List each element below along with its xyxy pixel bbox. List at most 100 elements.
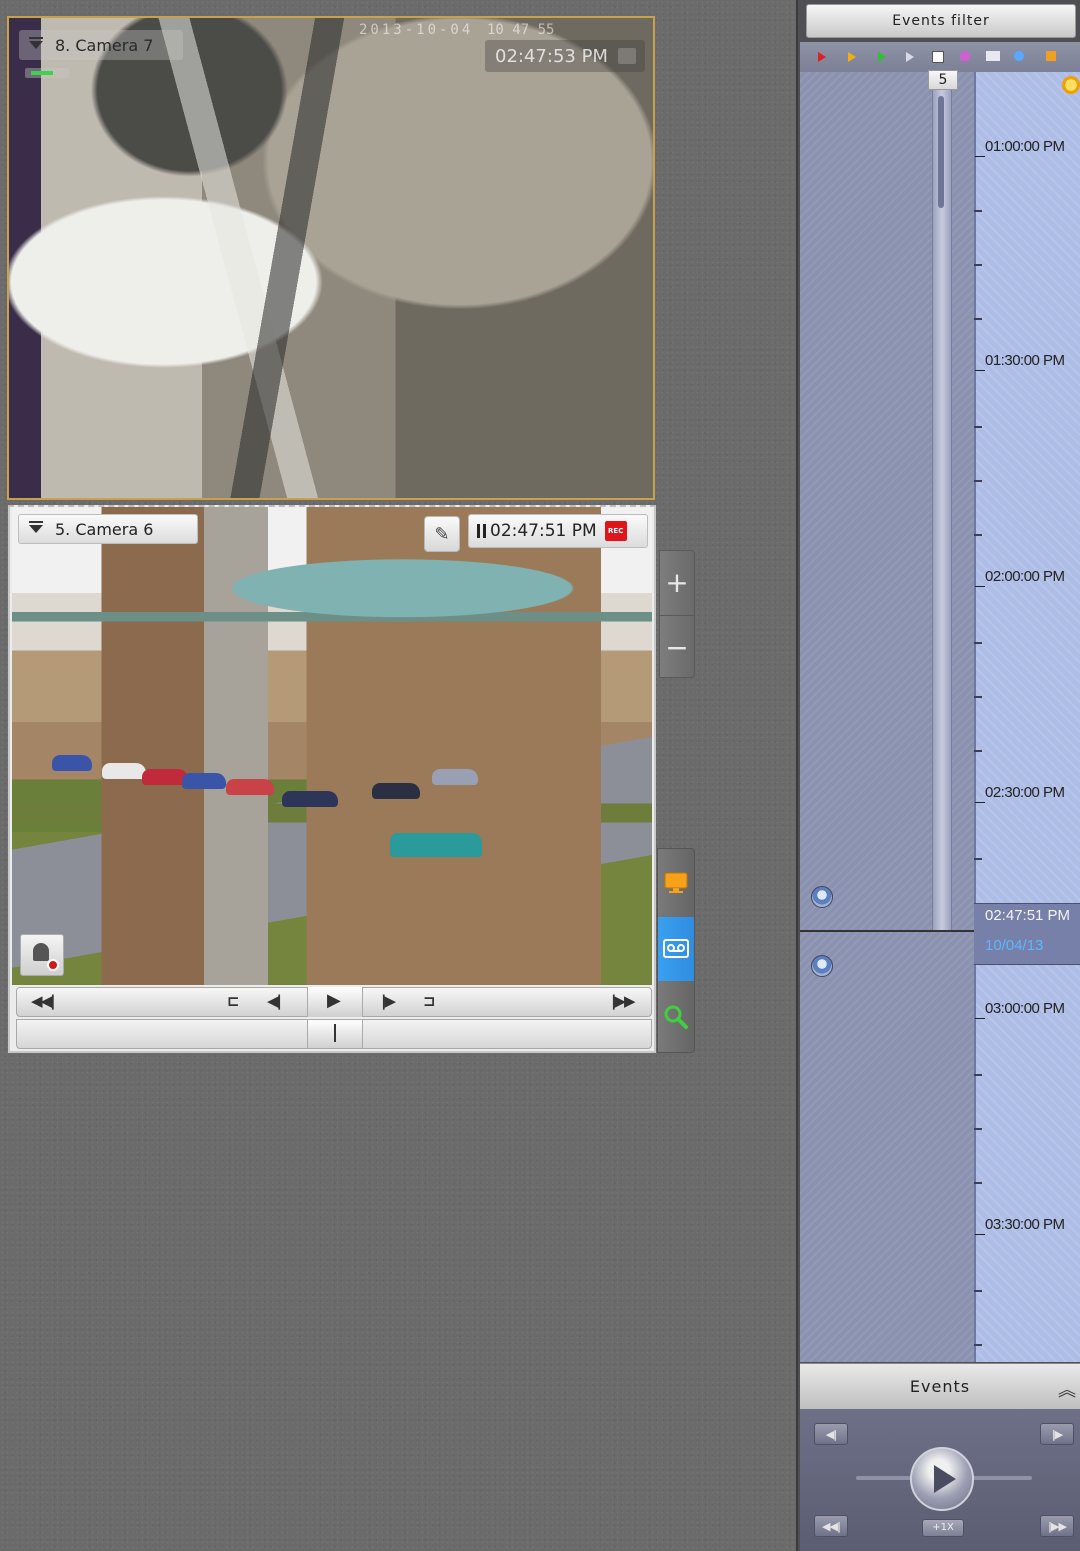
tape-icon (663, 939, 689, 958)
filter-play-icon[interactable] (906, 52, 914, 62)
minor-tick (974, 1344, 982, 1346)
camera-6-title: 5. Camera 6 (55, 519, 154, 539)
car (390, 833, 482, 857)
event-filter-toolbar (800, 42, 1080, 72)
time-label: 03:30:00 PM (975, 1216, 1065, 1235)
rewind-to-start-icon[interactable]: ◀◀| (31, 992, 56, 1010)
edit-button[interactable]: ✎ (424, 516, 460, 552)
time-label: 03:00:00 PM (975, 1000, 1065, 1019)
filter-grid-icon[interactable] (1046, 51, 1056, 61)
pen-icon: ✎ (434, 523, 450, 545)
rec-icon (617, 48, 636, 64)
fast-forward-to-end-icon[interactable]: |▶▶ (611, 992, 636, 1010)
minor-tick (974, 264, 982, 266)
car (226, 779, 274, 795)
camera-7-time-text: 02:47:53 PM (495, 45, 608, 67)
minor-tick (974, 858, 982, 860)
collapse-up-icon[interactable]: ︽ (1058, 1376, 1076, 1402)
seek-bar[interactable] (16, 1019, 652, 1049)
events-scroll-thumb[interactable] (938, 96, 944, 208)
car (432, 769, 478, 785)
monitor-icon (664, 872, 688, 893)
filter-warning-icon[interactable] (848, 52, 856, 62)
speed-indicator: +1X (922, 1519, 964, 1537)
camera-7-osd-date: 2013-10-04 (359, 22, 474, 38)
minor-tick (974, 318, 982, 320)
car (102, 763, 146, 779)
current-time-label: 02:47:51 PM (985, 907, 1071, 924)
minor-tick (974, 210, 982, 212)
car (282, 791, 338, 807)
filter-normal-icon[interactable] (878, 52, 886, 62)
camera-7-timestamp: 02:47:53 PM (485, 40, 645, 72)
seek-handle[interactable] (307, 1020, 363, 1048)
next-event-button[interactable]: |▶ (1040, 1423, 1074, 1445)
minor-tick (974, 642, 982, 644)
minor-tick (974, 750, 982, 752)
search-mode-button[interactable] (658, 985, 694, 1049)
events-scrollbar[interactable] (932, 90, 952, 930)
pause-icon (477, 524, 486, 538)
filter-alarm-icon[interactable] (818, 52, 826, 62)
sun-icon (1062, 76, 1080, 94)
camera-6-label[interactable]: 5. Camera 6 (18, 514, 198, 544)
camera-tile-camera-7[interactable]: 8. Camera 7 2013-10-04 10 47 55 02:47:53… (7, 16, 655, 500)
event-marker-icon[interactable] (811, 886, 833, 908)
search-icon (664, 1005, 688, 1029)
camera-7-title: 8. Camera 7 (55, 35, 154, 55)
time-label: 01:00:00 PM (975, 138, 1065, 157)
minor-tick (974, 1182, 982, 1184)
events-filter-button[interactable]: Events filter (806, 4, 1076, 38)
minor-tick (974, 1128, 982, 1130)
event-count-badge: 5 (928, 70, 958, 90)
car (52, 755, 92, 771)
minor-tick (974, 1290, 982, 1292)
zoom-in-button[interactable]: + (660, 551, 694, 613)
minor-tick (974, 1074, 982, 1076)
previous-event-button[interactable]: ◀| (814, 1423, 848, 1445)
zoom-out-button[interactable]: − (660, 615, 694, 678)
mode-panel (657, 848, 695, 1053)
camera-6-time-text: 02:47:51 PM (490, 521, 597, 541)
camera-7-label[interactable]: 8. Camera 7 (19, 30, 183, 60)
events-panel-header[interactable]: Events (800, 1363, 1080, 1409)
event-marker-icon[interactable] (811, 955, 833, 977)
minor-tick (974, 426, 982, 428)
current-date-label: 10/04/13 (985, 937, 1044, 954)
minor-tick (974, 534, 982, 536)
zoom-panel: + − (659, 550, 695, 678)
car (182, 773, 226, 789)
dropdown-arrow-icon[interactable] (29, 37, 43, 49)
step-back-icon[interactable]: ◀| (267, 992, 282, 1010)
camera-7-osd-time: 10 47 55 (487, 22, 555, 38)
fast-forward-button[interactable]: |▶▶ (1040, 1515, 1074, 1537)
minor-tick (974, 480, 982, 482)
rewind-button[interactable]: ◀◀| (814, 1515, 848, 1537)
events-play-button[interactable] (910, 1447, 974, 1511)
play-icon[interactable]: ▶ (327, 990, 341, 1011)
time-label: 02:30:00 PM (975, 784, 1065, 803)
filter-person-icon[interactable] (960, 51, 970, 61)
filter-box-icon[interactable] (932, 51, 944, 63)
filter-camera-icon[interactable] (986, 51, 1000, 61)
alarm-button[interactable] (20, 934, 64, 976)
bell-icon (33, 943, 49, 961)
camera-6-video-frame (12, 507, 652, 985)
step-forward-icon[interactable]: |▶ (381, 992, 396, 1010)
dropdown-arrow-icon[interactable] (29, 521, 43, 533)
filter-sound-icon[interactable] (1014, 51, 1024, 61)
camera-7-signal-indicator (25, 68, 69, 78)
time-label: 01:30:00 PM (975, 352, 1065, 371)
record-dot-icon (47, 959, 59, 971)
next-fragment-icon[interactable]: ⊐ (423, 992, 436, 1010)
car (372, 783, 420, 799)
live-mode-button[interactable] (658, 851, 694, 915)
rec-badge: REC (604, 521, 627, 541)
archive-mode-button[interactable] (658, 917, 694, 981)
previous-fragment-icon[interactable]: ⊏ (227, 992, 240, 1010)
time-scale[interactable] (974, 72, 1080, 1362)
playback-controls: ◀◀| ⊏ ◀| ▶ |▶ ⊐ |▶▶ (16, 987, 652, 1017)
time-label: 02:00:00 PM (975, 568, 1065, 587)
camera-tile-camera-6[interactable]: 5. Camera 6 ✎ 02:47:51 PM REC ◀◀| ⊏ ◀| ▶… (8, 505, 656, 1053)
camera-7-video-frame (9, 18, 653, 498)
